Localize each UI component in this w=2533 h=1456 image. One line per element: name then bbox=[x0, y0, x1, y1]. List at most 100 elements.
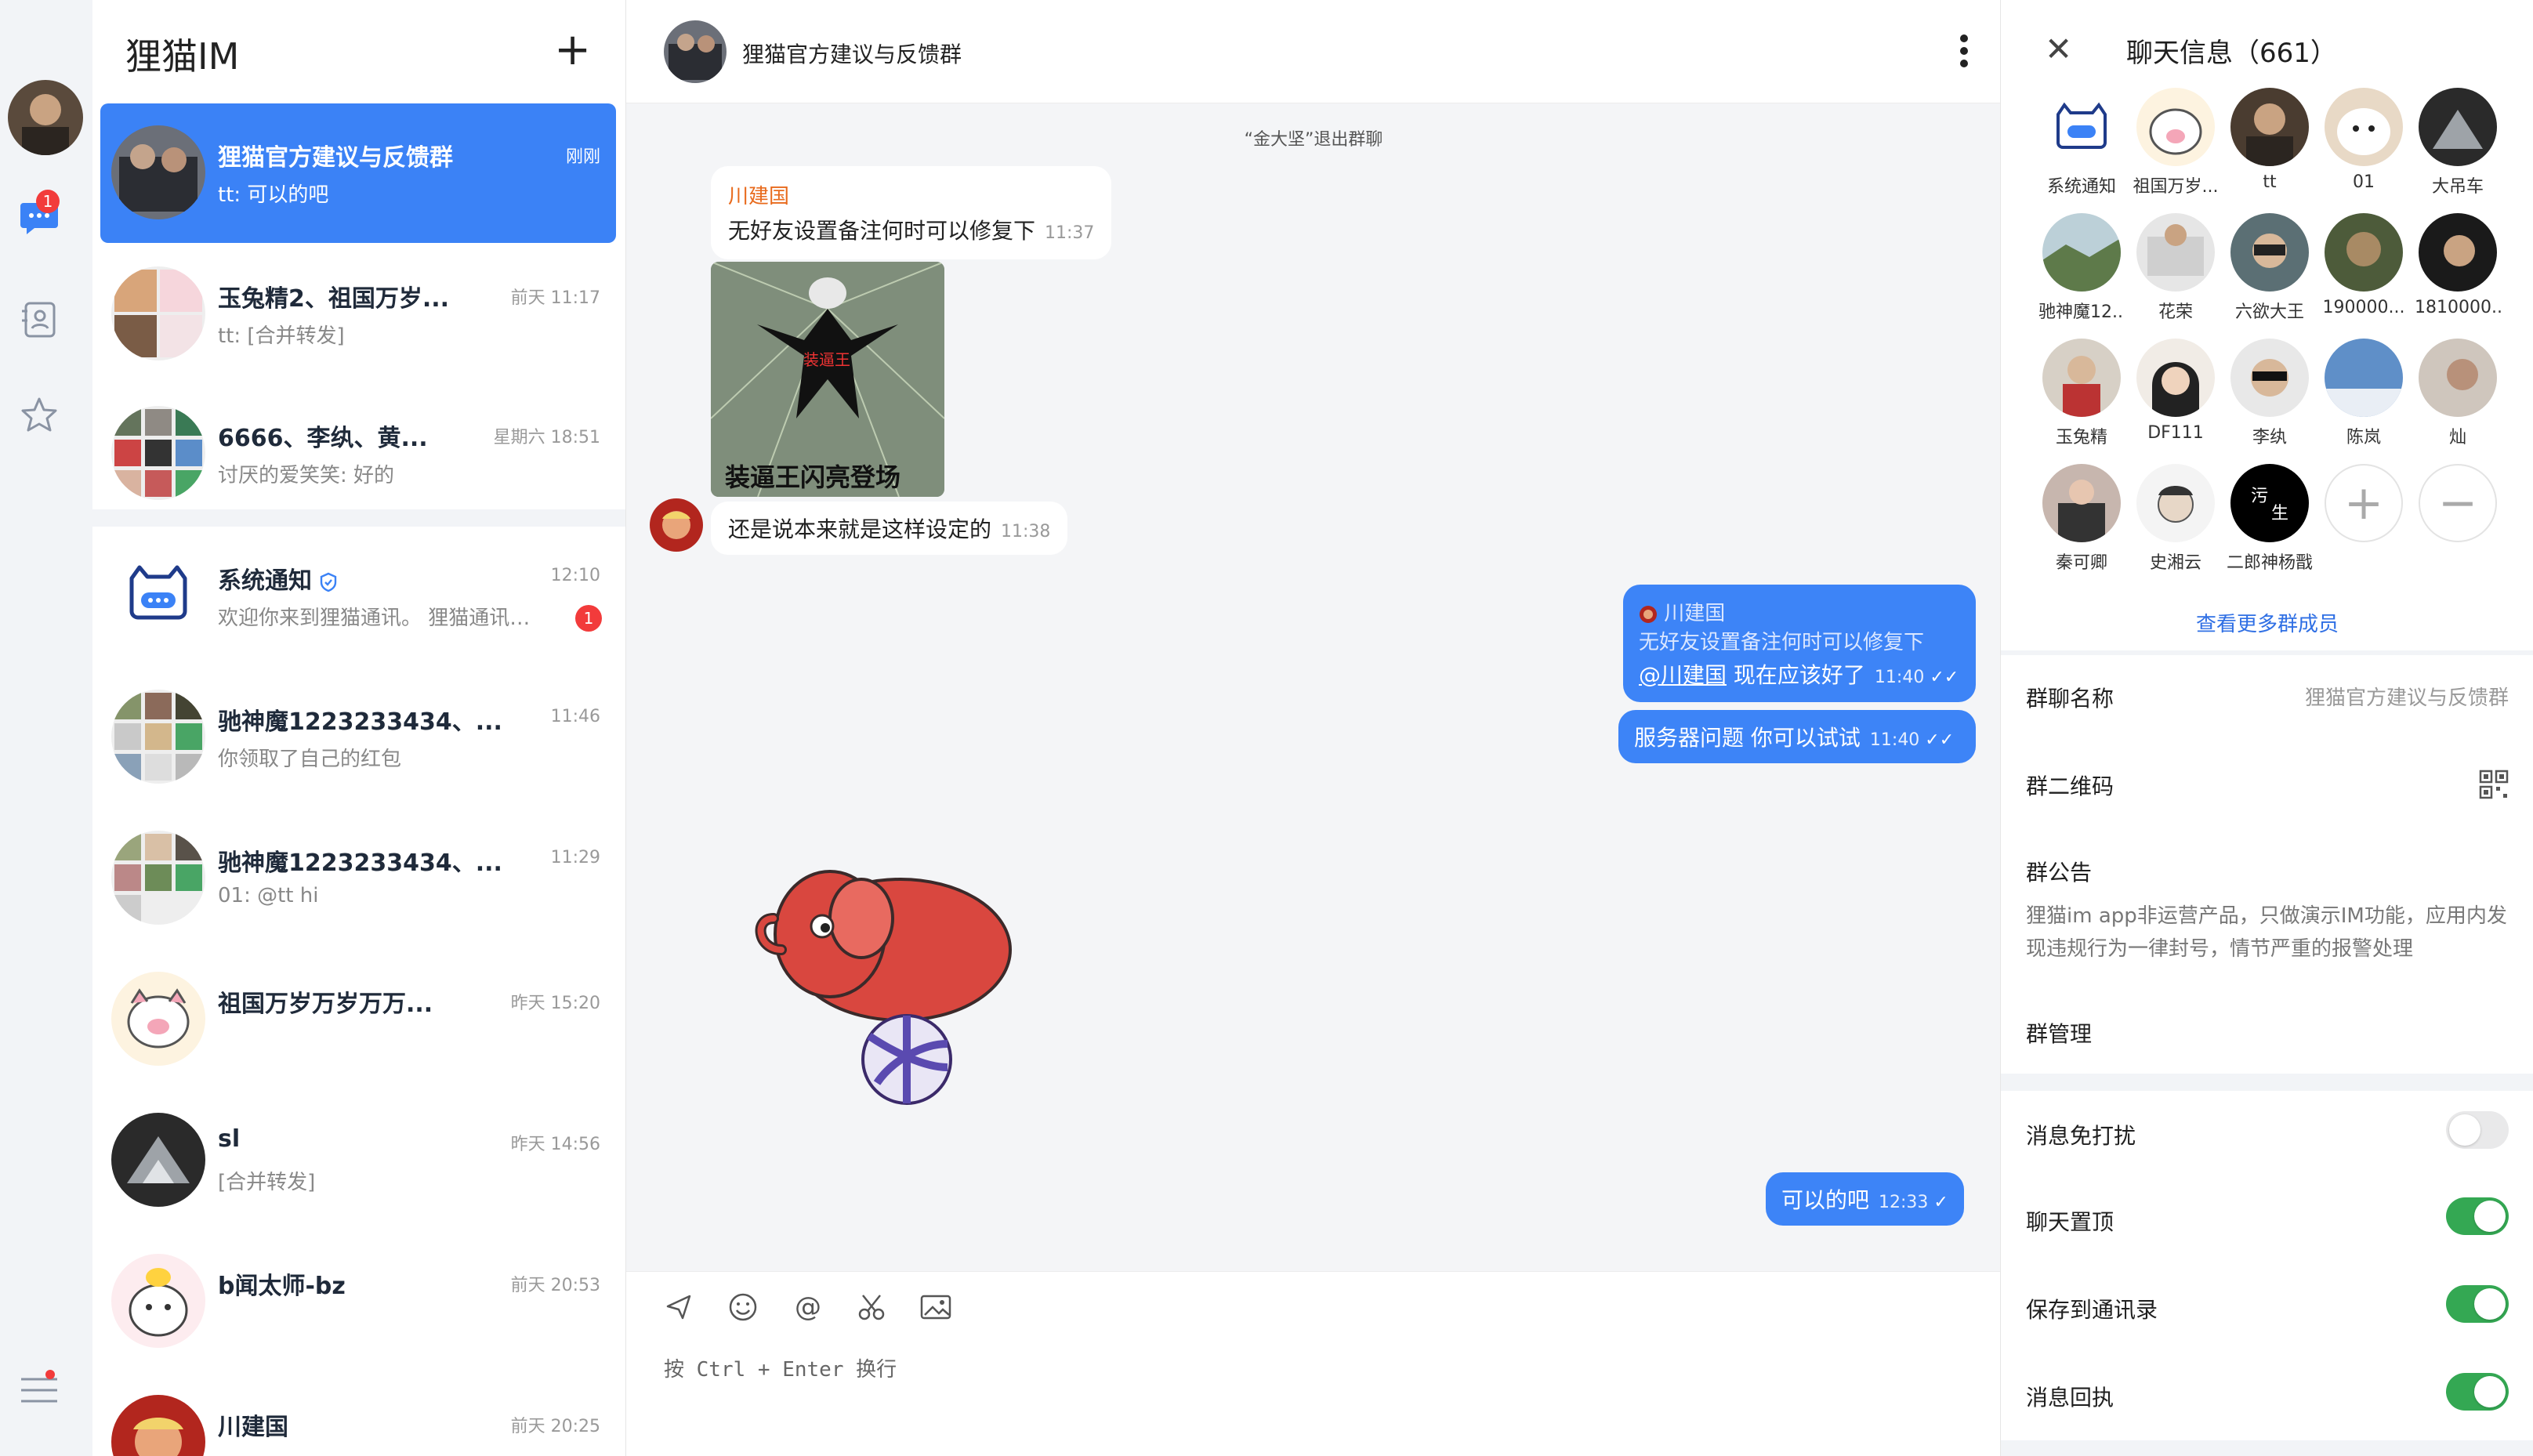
message-time: 11:37 bbox=[1045, 223, 1095, 243]
conversation-time: 昨天 15:20 bbox=[510, 994, 600, 1013]
sender-avatar[interactable] bbox=[650, 498, 703, 552]
conversation-item[interactable]: 祖国万岁万岁万万... 昨天 15:20 bbox=[100, 950, 616, 1089]
mute-toggle[interactable] bbox=[2446, 1111, 2509, 1149]
conversation-item[interactable]: 玉兔精2、祖国万岁... 前天 11:17 tt: [合并转发] bbox=[100, 244, 616, 384]
add-member-button[interactable]: + bbox=[2321, 464, 2407, 542]
elephant-sticker[interactable] bbox=[744, 848, 1029, 1106]
new-chat-button[interactable]: + bbox=[554, 28, 591, 72]
pin-toggle[interactable] bbox=[2446, 1197, 2509, 1235]
read-receipt-toggle[interactable] bbox=[2446, 1373, 2509, 1411]
group-notice-label: 群公告 bbox=[2026, 860, 2093, 886]
member-avatar bbox=[2042, 339, 2121, 417]
member-name: 六欲大王 bbox=[2234, 302, 2304, 322]
group-notice-row[interactable]: 群公告 bbox=[2026, 856, 2509, 887]
member[interactable]: 01 bbox=[2321, 88, 2407, 192]
conversation-item[interactable]: 驰神魔1223233434、... 11:29 01: @tt hi bbox=[100, 809, 616, 948]
message-time: 12:33 bbox=[1879, 1193, 1929, 1212]
member-avatar bbox=[2419, 213, 2497, 292]
chats-nav[interactable]: 1 bbox=[16, 190, 63, 241]
system-notice-avatar bbox=[111, 549, 205, 643]
conversation-item[interactable]: sl 昨天 14:56 [合并转发] bbox=[100, 1091, 616, 1230]
member[interactable]: 六欲大王 bbox=[2227, 213, 2313, 323]
conversation-preview: tt: 可以的吧 bbox=[218, 183, 329, 207]
conversation-item[interactable]: 6666、李纨、黄... 星期六 18:51 讨厌的爱笑笑: 好的 bbox=[100, 384, 616, 523]
group-name-row[interactable]: 群聊名称 狸猫官方建议与反馈群 bbox=[2026, 682, 2509, 713]
conversation-preview: [合并转发] bbox=[218, 1171, 316, 1194]
more-menu-button[interactable] bbox=[1960, 34, 1970, 72]
conversation-item[interactable]: 川建国 前天 20:25 bbox=[100, 1373, 616, 1456]
member[interactable]: 花荣 bbox=[2133, 213, 2219, 323]
message-bubble-outgoing[interactable]: 川建国 无好友设置备注何时可以修复下 @川建国 现在应该好了 11:40 ✓✓ bbox=[1623, 585, 1976, 702]
conversation-item[interactable]: b闻太师-bz 前天 20:53 bbox=[100, 1232, 616, 1371]
message-input[interactable]: 按 Ctrl + Enter 换行 bbox=[664, 1353, 897, 1382]
member[interactable]: 秦可卿 bbox=[2038, 464, 2125, 574]
save-contacts-toggle[interactable] bbox=[2446, 1285, 2509, 1323]
member[interactable]: 李纨 bbox=[2227, 339, 2313, 448]
my-avatar[interactable] bbox=[8, 80, 83, 155]
conversation-avatar bbox=[111, 266, 205, 360]
member[interactable]: 污生二郎神杨戬 bbox=[2227, 464, 2313, 574]
contacts-nav[interactable] bbox=[16, 296, 63, 343]
hamburger-icon bbox=[21, 1378, 57, 1403]
minus-icon: − bbox=[2419, 464, 2497, 542]
conversation-avatar bbox=[111, 1113, 205, 1207]
list-header: 狸猫IM + bbox=[92, 0, 625, 102]
send-icon[interactable] bbox=[661, 1289, 697, 1325]
member[interactable]: 系统通知 bbox=[2038, 88, 2125, 197]
plus-icon: + bbox=[2325, 464, 2403, 542]
info-title: 聊天信息（661） bbox=[2126, 38, 2337, 69]
member[interactable]: 史湘云 bbox=[2133, 464, 2219, 574]
conversation-item[interactable]: 驰神魔1223233434、... 11:46 你领取了自己的红包 bbox=[100, 668, 616, 807]
member[interactable]: 驰神魔12... bbox=[2038, 213, 2125, 323]
favorites-nav[interactable] bbox=[16, 392, 63, 439]
message-bubble-outgoing[interactable]: 可以的吧 12:33 ✓ bbox=[1766, 1172, 1964, 1226]
message-bubble-incoming[interactable]: 还是说本来就是这样设定的 11:38 bbox=[711, 502, 1068, 555]
group-qr-row[interactable]: 群二维码 bbox=[2026, 770, 2509, 801]
qr-code-icon bbox=[2479, 770, 2509, 799]
member-avatar bbox=[2136, 339, 2215, 417]
conversation-item[interactable]: 系统通知 12:10 欢迎你来到狸猫通讯。 狸猫通讯安... 1 bbox=[100, 527, 616, 666]
reply-line: @川建国 现在应该好了 11:40 ✓✓ bbox=[1639, 658, 1960, 690]
svg-text:@: @ bbox=[795, 1292, 821, 1322]
emoji-icon[interactable] bbox=[725, 1289, 761, 1325]
member-avatar bbox=[2042, 88, 2121, 166]
mention-icon[interactable]: @ bbox=[789, 1289, 825, 1325]
remove-member-button[interactable]: − bbox=[2415, 464, 2501, 542]
member[interactable]: 祖国万岁... bbox=[2133, 88, 2219, 197]
member-name: tt bbox=[2263, 172, 2277, 192]
member[interactable]: 玉兔精 bbox=[2038, 339, 2125, 448]
member[interactable]: 灿 bbox=[2415, 339, 2501, 448]
read-receipt-label: 消息回执 bbox=[2026, 1385, 2114, 1411]
meme-image[interactable]: 装逼王 装逼王闪亮登场 bbox=[711, 262, 944, 497]
member-avatar bbox=[2325, 213, 2403, 292]
conversation-time: 11:46 bbox=[550, 707, 600, 726]
member[interactable]: DF111 bbox=[2133, 339, 2219, 443]
view-more-members-link[interactable]: 查看更多群成员 bbox=[2001, 608, 2533, 637]
member[interactable]: 大吊车 bbox=[2415, 88, 2501, 197]
member[interactable]: 190000... bbox=[2321, 213, 2407, 317]
chat-title: 狸猫官方建议与反馈群 bbox=[742, 42, 962, 67]
group-manage-row[interactable]: 群管理 bbox=[2026, 1017, 2509, 1049]
message-bubble-incoming[interactable]: 川建国 无好友设置备注何时可以修复下 11:37 bbox=[711, 166, 1112, 259]
image-icon[interactable] bbox=[918, 1289, 954, 1325]
member[interactable]: tt bbox=[2227, 88, 2313, 192]
message-bubble-outgoing[interactable]: 服务器问题 你可以试试 11:40 ✓✓ bbox=[1618, 710, 1976, 763]
group-avatar[interactable] bbox=[664, 20, 727, 83]
mention-link[interactable]: @川建国 bbox=[1639, 662, 1727, 688]
group-settings-block: 群聊名称 狸猫官方建议与反馈群 群二维码 群公告 狸猫im app非运营产品，只做… bbox=[2001, 655, 2533, 1074]
scissors-icon[interactable] bbox=[853, 1289, 890, 1325]
member-avatar bbox=[2230, 339, 2309, 417]
save-contacts-row: 保存到通讯录 bbox=[2026, 1293, 2509, 1324]
group-qr-label: 群二维码 bbox=[2026, 773, 2114, 799]
chat-panel: 狸猫官方建议与反馈群 “金大坚”退出群聊 川建国 无好友设置备注何时可以修复下 1… bbox=[625, 0, 2001, 1456]
svg-text:污: 污 bbox=[2251, 487, 2268, 506]
menu-nav[interactable] bbox=[16, 1367, 63, 1414]
conversation-item[interactable]: 狸猫官方建议与反馈群 刚刚 tt: 可以的吧 bbox=[100, 103, 616, 243]
member[interactable]: 陈岚 bbox=[2321, 339, 2407, 448]
member[interactable]: 1810000... bbox=[2415, 213, 2501, 317]
member-name: 大吊车 bbox=[2431, 177, 2484, 197]
conversation-name-text: 系统通知 bbox=[218, 567, 312, 595]
conversation-avatar bbox=[111, 972, 205, 1066]
close-icon[interactable]: ✕ bbox=[2045, 30, 2072, 68]
chat-unread-badge: 1 bbox=[36, 190, 60, 213]
